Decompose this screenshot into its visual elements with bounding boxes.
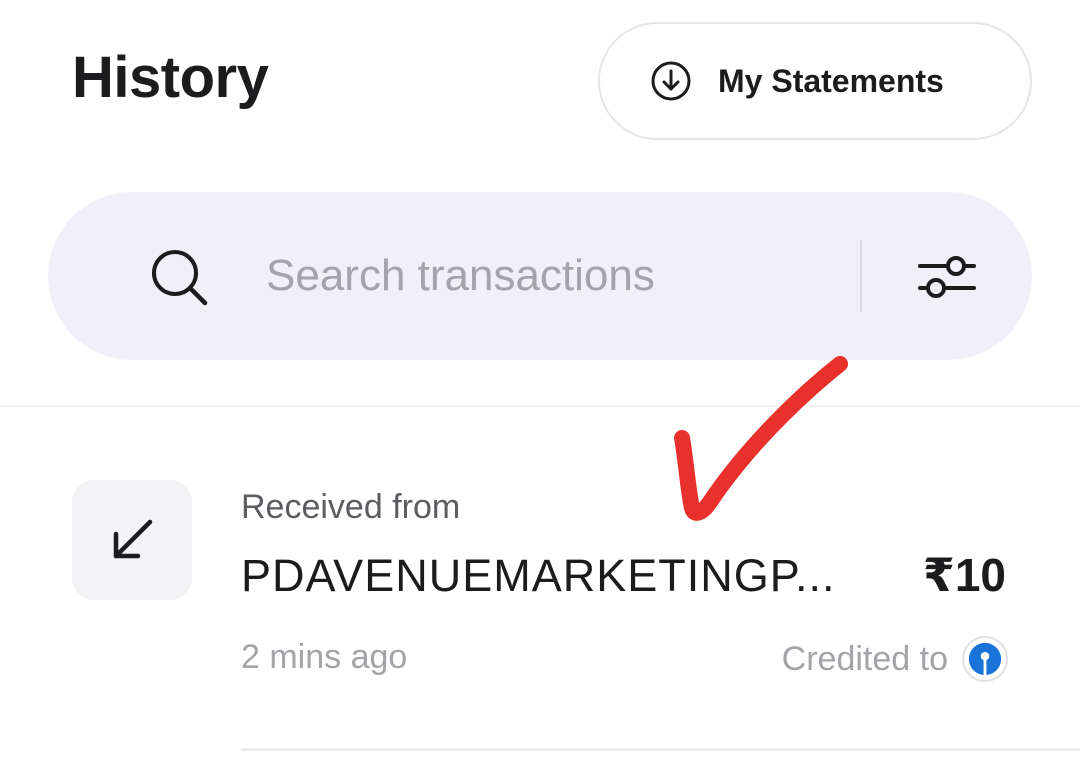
credited-to: Credited to bbox=[782, 636, 1008, 682]
search-icon[interactable] bbox=[148, 246, 210, 308]
history-screen: History My Statements Search transaction… bbox=[0, 0, 1080, 759]
transaction-row[interactable]: Received from PDAVENUEMARKETINGP... ₹10 … bbox=[0, 440, 1080, 740]
download-circle-icon bbox=[650, 60, 692, 102]
transaction-type: Received from bbox=[241, 488, 461, 526]
my-statements-button[interactable]: My Statements bbox=[598, 22, 1032, 140]
row-divider bbox=[241, 748, 1080, 751]
page-title: History bbox=[72, 45, 269, 110]
transaction-counterparty: PDAVENUEMARKETINGP... bbox=[241, 550, 836, 601]
search-input[interactable] bbox=[266, 238, 876, 314]
transaction-time: 2 mins ago bbox=[241, 638, 408, 676]
bank-logo-icon bbox=[962, 636, 1008, 682]
transaction-amount: ₹10 bbox=[922, 549, 1006, 601]
filter-sliders-icon[interactable] bbox=[916, 246, 978, 308]
search-divider bbox=[860, 240, 862, 312]
list-divider bbox=[0, 405, 1080, 407]
credited-to-label: Credited to bbox=[781, 639, 948, 678]
search-bar bbox=[48, 192, 1032, 360]
my-statements-label: My Statements bbox=[718, 62, 944, 99]
arrow-down-left-icon bbox=[72, 480, 192, 600]
